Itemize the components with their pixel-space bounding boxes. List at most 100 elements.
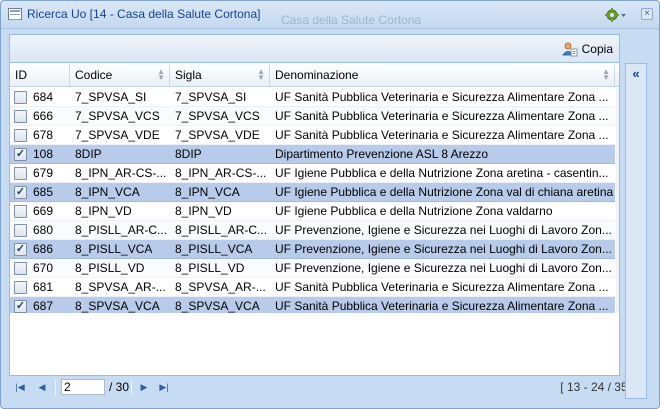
cell-codice: 8_IPN_AR-CS-...	[75, 166, 167, 180]
column-header-codice-label: Codice	[75, 68, 113, 82]
cell-id: 669	[33, 204, 54, 218]
cell-denominazione: Dipartimento Prevenzione ASL 8 Arezzo	[275, 147, 489, 161]
cell-sigla: 8_IPN_VD	[175, 204, 232, 218]
cell-codice: 8_PISLL_AR-C...	[75, 223, 168, 237]
cell-sigla: 7_SPVSA_VDE	[175, 128, 260, 142]
column-header-id-label: ID	[15, 68, 27, 82]
cell-denominazione: UF Igiene Pubblica e della Nutrizione Zo…	[275, 204, 553, 218]
page-number-input[interactable]	[61, 379, 105, 395]
double-chevron-left-icon[interactable]: «	[629, 67, 643, 82]
gear-icon[interactable]	[605, 8, 627, 22]
grid-scrollbar[interactable]	[616, 88, 619, 313]
first-page-button[interactable]: |◀	[13, 380, 27, 394]
column-header-codice[interactable]: Codice ▲ ▼	[70, 64, 170, 86]
cell-sigla: 7_SPVSA_SI	[175, 90, 247, 104]
grid-header: ID Codice ▲ ▼ Sigla ▲ ▼ Denominazione ▲ ▼	[10, 64, 619, 87]
sort-icon: ▲ ▼	[157, 67, 165, 82]
table-row[interactable]: 666 7_SPVSA_VCS 7_SPVSA_VCS UF Sanità Pubbl…	[10, 107, 615, 126]
cell-sigla: 7_SPVSA_VCS	[175, 109, 260, 123]
cell-denominazione: UF Sanità Pubblica Veterinaria e Sicurez…	[275, 109, 609, 123]
paging-separator	[131, 379, 132, 395]
cell-id: 666	[33, 109, 54, 123]
column-header-id[interactable]: ID	[10, 64, 70, 86]
paging-separator	[55, 379, 56, 395]
cell-denominazione: UF Prevenzione, Igiene e Sicurezza nei L…	[275, 242, 612, 256]
row-checkbox[interactable]: ✓	[14, 186, 27, 199]
cell-sigla: 8_SPVSA_VCA	[175, 299, 260, 313]
table-row[interactable]: ✓ 685 8_IPN_VCA 8_IPN_VCA UF Igiene Pubblica…	[10, 183, 615, 202]
cell-codice: 7_SPVSA_VDE	[75, 128, 160, 142]
prev-page-button[interactable]: ◀	[35, 380, 49, 394]
cell-codice: 8_IPN_VD	[75, 204, 132, 218]
cell-sigla: 8_PISLL_AR-C...	[175, 223, 268, 237]
cell-id: 670	[33, 261, 54, 275]
row-checkbox[interactable]: ✓	[14, 243, 27, 256]
row-checkbox[interactable]	[14, 129, 27, 142]
window-title: Ricerca Uo [14 - Casa della Salute Corto…	[27, 7, 261, 21]
cell-id: 684	[33, 90, 54, 104]
user-copy-icon	[561, 41, 578, 57]
cell-codice: 8_PISLL_VCA	[75, 242, 153, 256]
column-header-denominazione[interactable]: Denominazione ▲ ▼	[270, 64, 615, 86]
grid-body: 684 7_SPVSA_SI 7_SPVSA_SI UF Sanità Pubblic…	[10, 88, 619, 313]
cell-codice: 7_SPVSA_VCS	[75, 109, 160, 123]
column-header-denominazione-label: Denominazione	[275, 68, 359, 82]
table-row[interactable]: ✓ 687 8_SPVSA_VCA 8_SPVSA_VCA UF Sanità Pubb…	[10, 297, 615, 313]
cell-denominazione: UF Igiene Pubblica e della Nutrizione Zo…	[275, 166, 609, 180]
sort-icon: ▲ ▼	[602, 67, 610, 82]
sort-icon: ▲ ▼	[257, 67, 265, 82]
page-count: / 30	[109, 380, 130, 394]
table-row[interactable]: ✓ 108 8DIP 8DIP Dipartimento Prevenzione ASL…	[10, 145, 615, 164]
window-titlebar[interactable]: Ricerca Uo [14 - Casa della Salute Corto…	[1, 1, 659, 29]
search-uo-window: Ricerca Uo [14 - Casa della Salute Corto…	[0, 0, 660, 409]
column-header-sigla[interactable]: Sigla ▲ ▼	[170, 64, 270, 86]
table-row[interactable]: 680 8_PISLL_AR-C... 8_PISLL_AR-C... UF Prev…	[10, 221, 615, 240]
close-icon[interactable]: ×	[641, 8, 653, 20]
cell-denominazione: UF Igiene Pubblica e della Nutrizione Zo…	[275, 185, 614, 199]
paging-toolbar: |◀ ◀ / 30 ▶ ▶| [ 13 - 24 / 359 ]	[9, 375, 645, 399]
grid-toolbar: Copia	[10, 35, 619, 63]
cell-codice: 7_SPVSA_SI	[75, 90, 147, 104]
copy-button[interactable]: Copia	[560, 39, 615, 59]
table-row[interactable]: ✓ 686 8_PISLL_VCA 8_PISLL_VCA UF Prevenzione…	[10, 240, 615, 259]
cell-denominazione: UF Sanità Pubblica Veterinaria e Sicurez…	[275, 128, 609, 142]
table-row[interactable]: 669 8_IPN_VD 8_IPN_VD UF Igiene Pubblica e …	[10, 202, 615, 221]
results-panel: Copia ID Codice ▲ ▼ Sigla ▲ ▼ Denominazion…	[9, 34, 620, 376]
row-checkbox[interactable]	[14, 205, 27, 218]
row-checkbox[interactable]	[14, 262, 27, 275]
cell-sigla: 8_PISLL_VD	[175, 261, 245, 275]
cell-id: 681	[33, 280, 54, 294]
row-checkbox[interactable]	[14, 167, 27, 180]
cell-id: 680	[33, 223, 54, 237]
cell-id: 678	[33, 128, 54, 142]
row-checkbox[interactable]	[14, 110, 27, 123]
table-row[interactable]: 681 8_SPVSA_AR-... 8_SPVSA_AR-... UF Sanità…	[10, 278, 615, 297]
table-row[interactable]: 670 8_PISLL_VD 8_PISLL_VD UF Prevenzione, I…	[10, 259, 615, 278]
cell-denominazione: UF Sanità Pubblica Veterinaria e Sicurez…	[275, 299, 609, 313]
cell-id: 108	[33, 147, 54, 161]
cell-codice: 8_PISLL_VD	[75, 261, 145, 275]
last-page-button[interactable]: ▶|	[157, 380, 171, 394]
row-checkbox[interactable]	[14, 224, 27, 237]
cell-denominazione: UF Prevenzione, Igiene e Sicurezza nei L…	[275, 223, 612, 237]
row-checkbox[interactable]: ✓	[14, 148, 27, 161]
row-checkbox[interactable]: ✓	[14, 300, 27, 313]
cell-id: 686	[33, 242, 54, 256]
ghost-title: Casa della Salute Cortona	[281, 13, 422, 27]
cell-sigla: 8_PISLL_VCA	[175, 242, 253, 256]
cell-sigla: 8_SPVSA_AR-...	[175, 280, 266, 294]
table-row[interactable]: 679 8_IPN_AR-CS-... 8_IPN_AR-CS-... UF Igie…	[10, 164, 615, 183]
cell-id: 685	[33, 185, 54, 199]
cell-codice: 8_SPVSA_AR-...	[75, 280, 166, 294]
copy-button-label: Copia	[581, 42, 613, 56]
next-page-button[interactable]: ▶	[137, 380, 151, 394]
row-checkbox[interactable]	[14, 281, 27, 294]
cell-sigla: 8DIP	[175, 147, 202, 161]
cell-id: 687	[33, 299, 54, 313]
row-checkbox[interactable]	[14, 91, 27, 104]
cell-denominazione: UF Sanità Pubblica Veterinaria e Sicurez…	[275, 280, 609, 294]
collapsed-side-panel: «	[625, 63, 647, 399]
cell-sigla: 8_IPN_AR-CS-...	[175, 166, 267, 180]
table-row[interactable]: 684 7_SPVSA_SI 7_SPVSA_SI UF Sanità Pubblic…	[10, 88, 615, 107]
table-row[interactable]: 678 7_SPVSA_VDE 7_SPVSA_VDE UF Sanità Pubbl…	[10, 126, 615, 145]
